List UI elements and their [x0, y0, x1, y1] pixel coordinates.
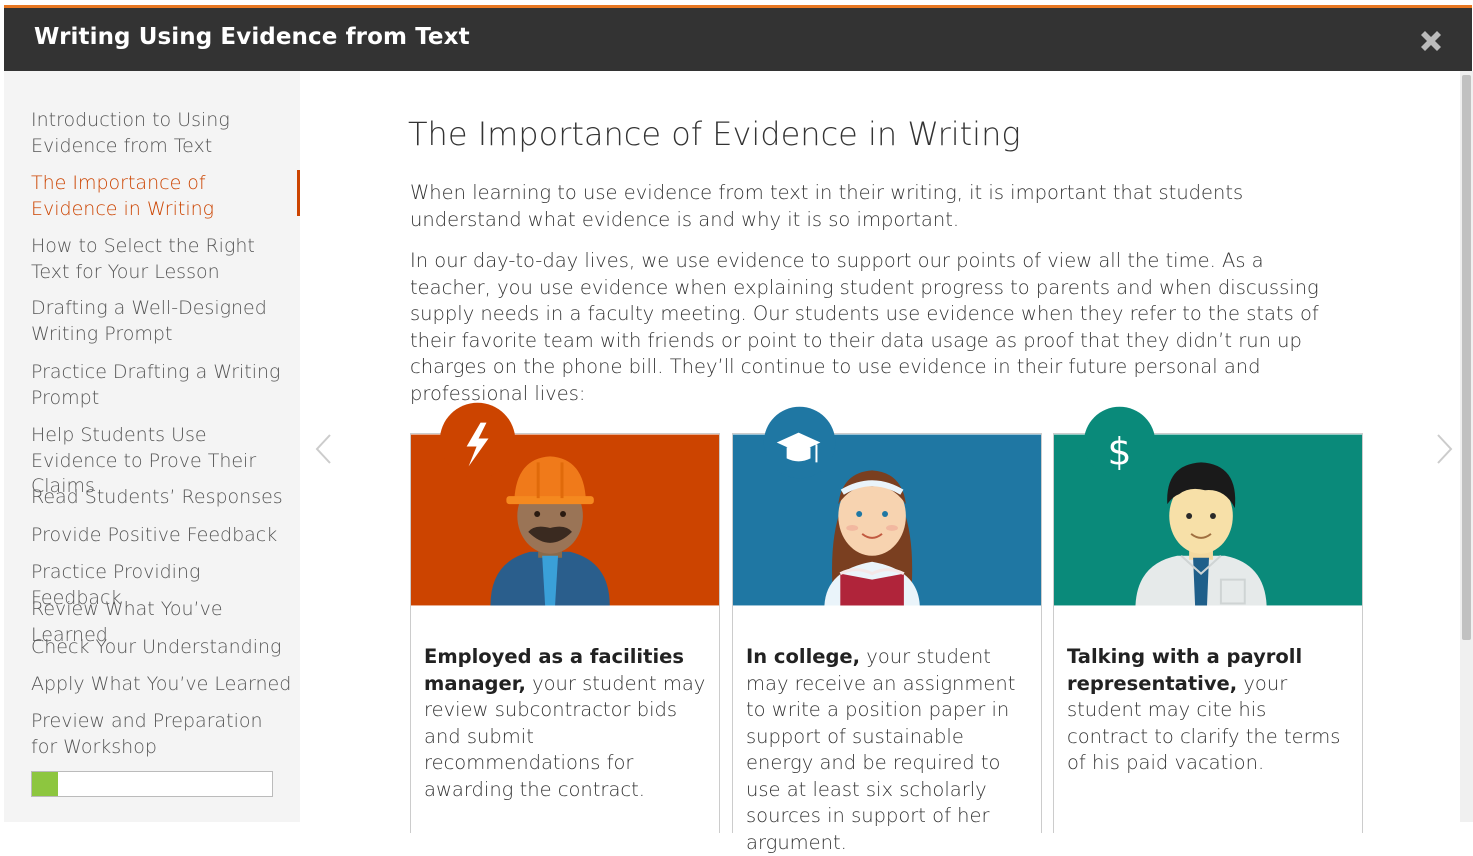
example-card-college: In college, your student may receive an … — [732, 406, 1042, 854]
close-icon — [1421, 31, 1441, 51]
next-page-button[interactable] — [1434, 433, 1454, 470]
header-bar: Writing Using Evidence from Text — [4, 5, 1472, 71]
card-text: In college, your student may receive an … — [746, 644, 1031, 856]
close-button[interactable] — [1418, 28, 1444, 54]
sidebar-item-check-understanding[interactable]: Check Your Understanding — [31, 635, 293, 661]
sidebar-item-practice-drafting[interactable]: Practice Drafting a Writing Prompt — [31, 360, 293, 411]
intro-paragraph: When learning to use evidence from text … — [410, 181, 1244, 231]
chevron-right-icon — [1437, 434, 1453, 464]
course-progress-bar — [31, 771, 273, 797]
sidebar-item-positive-feedback[interactable]: Provide Positive Feedback — [31, 523, 293, 549]
dollar-sign-icon: $ — [1108, 429, 1132, 473]
main-content: The Importance of Evidence in Writing Wh… — [300, 71, 1460, 854]
sidebar-item-read-responses[interactable]: Read Students’ Responses — [31, 485, 293, 511]
page-scrollbar[interactable] — [1460, 71, 1473, 822]
sidebar-item-introduction[interactable]: Introduction to Using Evidence from Text — [31, 108, 293, 159]
sidebar-item-importance-of-evidence[interactable]: The Importance of Evidence in Writing — [31, 171, 293, 222]
payroll-worker-illustration: $ — [1054, 406, 1362, 606]
sidebar-item-drafting-prompt[interactable]: Drafting a Well-Designed Writing Prompt — [31, 296, 293, 347]
card-body: your student may receive an assignment t… — [746, 645, 1016, 854]
college-student-illustration — [733, 406, 1041, 606]
card-text: Employed as a facilities manager, your s… — [424, 644, 709, 803]
page-title: The Importance of Evidence in Writing — [408, 115, 1021, 153]
scrollbar-thumb[interactable] — [1462, 75, 1471, 640]
sidebar-item-select-text[interactable]: How to Select the Right Text for Your Le… — [31, 234, 293, 285]
chevron-left-icon — [315, 434, 331, 464]
card-text: Talking with a payroll representative, y… — [1067, 644, 1352, 777]
facilities-manager-illustration — [411, 402, 719, 606]
previous-page-button[interactable] — [314, 433, 334, 470]
card-bold-lead: In college, — [746, 645, 861, 668]
progress-fill — [32, 772, 59, 796]
course-title: Writing Using Evidence from Text — [34, 24, 470, 50]
sidebar-nav: Introduction to Using Evidence from Text… — [4, 71, 300, 822]
sidebar-item-apply[interactable]: Apply What You’ve Learned — [31, 672, 293, 698]
example-card-payroll: $ Talking with a payroll representative,… — [1053, 406, 1363, 833]
body-paragraph: In our day-to-day lives, we use evidence… — [410, 249, 1319, 405]
sidebar-item-preview-workshop[interactable]: Preview and Preparation for Workshop — [31, 709, 293, 760]
example-card-facilities-manager: Employed as a facilities manager, your s… — [410, 402, 720, 833]
